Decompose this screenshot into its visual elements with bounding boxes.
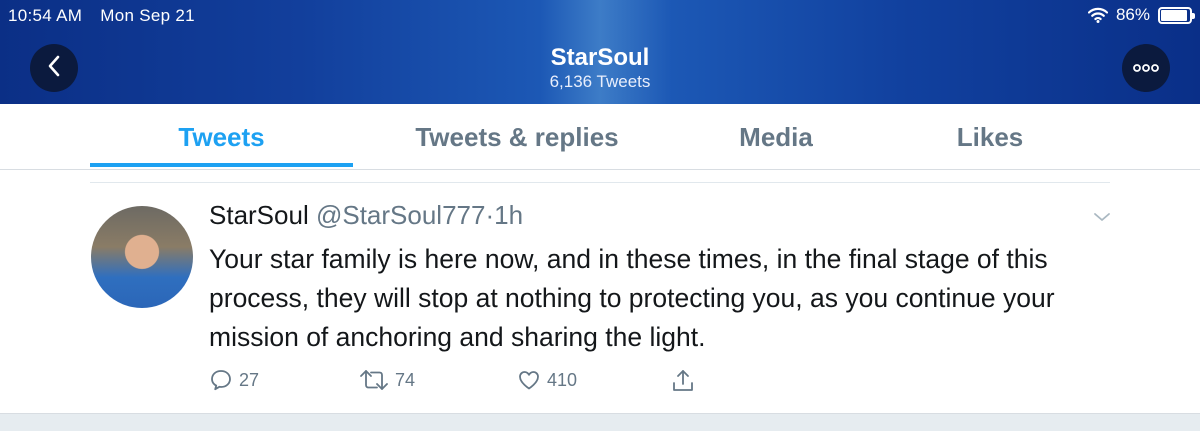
status-date: Mon Sep 21: [100, 6, 195, 25]
avatar[interactable]: [91, 206, 193, 308]
tweet-author-line: StarSoul @StarSoul777·1h: [209, 200, 523, 231]
reply-button[interactable]: 27: [209, 368, 259, 392]
author-handle[interactable]: @StarSoul777: [316, 200, 486, 230]
more-dots-icon: [1133, 59, 1159, 77]
status-bar-right: 86%: [1087, 5, 1195, 25]
tweet-text: Your star family is here now, and in the…: [209, 244, 1055, 352]
tab-media[interactable]: Media: [700, 104, 852, 170]
battery-fill: [1161, 9, 1187, 21]
tab-tweets[interactable]: Tweets: [90, 104, 353, 170]
status-bar-left: 10:54 AM Mon Sep 21: [8, 6, 195, 26]
reply-icon: [209, 368, 233, 392]
profile-header: 10:54 AM Mon Sep 21 86% StarSoul 6,136 T…: [0, 0, 1200, 104]
retweet-count: 74: [395, 369, 416, 390]
more-button[interactable]: [1122, 44, 1170, 92]
active-tab-indicator: [90, 163, 353, 167]
chevron-down-icon: [1092, 210, 1112, 227]
retweet-icon: [359, 368, 389, 392]
like-button[interactable]: 410: [517, 368, 577, 392]
profile-title: StarSoul: [550, 44, 650, 71]
tweet-time[interactable]: 1h: [494, 200, 523, 230]
tab-tweets-and-replies[interactable]: Tweets & replies: [370, 104, 664, 170]
share-icon: [671, 368, 695, 394]
status-time: 10:54 AM: [8, 6, 83, 25]
battery-icon: [1158, 6, 1195, 24]
author-name[interactable]: StarSoul: [209, 200, 309, 230]
heart-icon: [517, 368, 541, 392]
separator: ·: [485, 200, 495, 230]
tweet-menu-button[interactable]: [1092, 210, 1112, 226]
like-count: 410: [547, 369, 578, 390]
tab-likes[interactable]: Likes: [920, 104, 1060, 170]
next-tweet-edge: [0, 413, 1200, 431]
battery-percent: 86%: [1115, 5, 1150, 24]
wifi-icon: [1087, 7, 1109, 23]
reply-count: 27: [239, 369, 260, 390]
share-button[interactable]: [671, 368, 695, 394]
tweet-count: 6,136 Tweets: [549, 72, 651, 91]
retweet-button[interactable]: 74: [359, 368, 415, 392]
divider: [90, 182, 1110, 183]
profile-tabs: Tweets Tweets & replies Media Likes: [0, 104, 1200, 170]
